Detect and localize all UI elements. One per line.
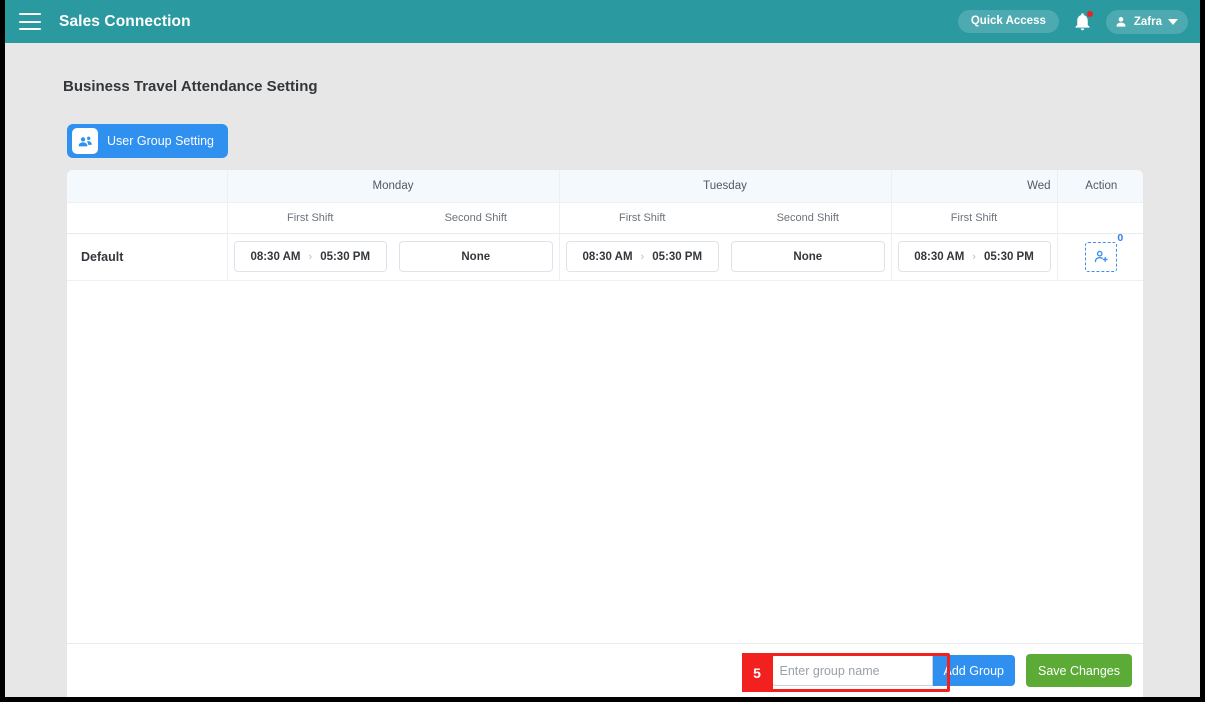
shift-header-wed-first: First Shift: [890, 202, 1058, 234]
table-row: Default 08:30 AM › 05:30 PM None 08:30 A…: [67, 232, 1143, 281]
header-day-wednesday: Wed: [890, 170, 1058, 203]
cell-mon-first-shift[interactable]: 08:30 AM › 05:30 PM: [226, 233, 393, 281]
shift-time-range[interactable]: 08:30 AM › 05:30 PM: [233, 241, 387, 272]
app-window: Sales Connection Quick Access Zafra Busi…: [0, 0, 1205, 702]
table-header-day-row: Monday Tuesday Wed Action: [67, 170, 1143, 203]
shift-start-time: 08:30 AM: [250, 250, 301, 263]
user-group-icon: [72, 128, 98, 154]
header-day-tuesday: Tuesday: [558, 170, 892, 203]
attendance-setting-card: Monday Tuesday Wed Action First Shift Se…: [67, 170, 1143, 697]
card-footer: Add Group Save Changes: [67, 643, 1143, 697]
shift-time-range[interactable]: 08:30 AM › 05:30 PM: [565, 241, 720, 272]
cell-tue-first-shift[interactable]: 08:30 AM › 05:30 PM: [558, 233, 726, 281]
shift-header-tue-second: Second Shift: [725, 202, 892, 234]
table-body: Default 08:30 AM › 05:30 PM None 08:30 A…: [67, 232, 1143, 281]
shift-none-box[interactable]: None: [731, 241, 885, 272]
shift-start-time: 08:30 AM: [914, 250, 965, 263]
shift-none-box[interactable]: None: [399, 241, 553, 272]
header-day-monday: Monday: [226, 170, 560, 203]
cell-wed-first-shift[interactable]: 08:30 AM › 05:30 PM: [890, 233, 1058, 281]
shift-header-action-blank: [1056, 202, 1143, 234]
add-group-button[interactable]: Add Group: [932, 655, 1015, 686]
arrow-icon: ›: [640, 250, 645, 263]
save-changes-button[interactable]: Save Changes: [1025, 654, 1132, 687]
shift-start-time: 08:30 AM: [582, 250, 633, 263]
quick-access-button[interactable]: Quick Access: [957, 10, 1059, 33]
table-header: Monday Tuesday Wed Action First Shift Se…: [67, 170, 1143, 234]
arrow-icon: ›: [308, 250, 313, 263]
shift-header-mon-second: Second Shift: [393, 202, 560, 234]
top-bar-actions: Quick Access Zafra: [957, 9, 1188, 34]
user-avatar-icon: [1116, 16, 1126, 27]
cell-mon-second-shift[interactable]: None: [393, 233, 560, 281]
shift-end-time: 05:30 PM: [320, 250, 371, 263]
header-action: Action: [1056, 170, 1143, 203]
group-name-input[interactable]: [770, 655, 933, 686]
shift-end-time: 05:30 PM: [652, 250, 703, 263]
shift-header-tue-first: First Shift: [558, 202, 726, 234]
user-group-setting-label: User Group Setting: [107, 134, 214, 148]
user-account-menu[interactable]: Zafra: [1105, 9, 1188, 34]
notification-bell-button[interactable]: [1072, 10, 1094, 33]
assigned-user-count: 0: [1117, 231, 1124, 244]
arrow-icon: ›: [972, 250, 976, 263]
user-group-setting-button[interactable]: User Group Setting: [67, 124, 228, 158]
table-header-shift-row: First Shift Second Shift First Shift Sec…: [67, 202, 1143, 234]
assign-user-button[interactable]: 0: [1085, 232, 1123, 272]
row-group-name: Default: [67, 233, 228, 281]
attendance-table: Monday Tuesday Wed Action First Shift Se…: [67, 170, 1143, 281]
notification-badge-dot: [1085, 10, 1094, 18]
add-user-icon: [1094, 250, 1108, 263]
header-blank-cell: [67, 170, 227, 203]
page-title: Business Travel Attendance Setting: [63, 78, 318, 95]
cell-action: 0: [1056, 232, 1143, 281]
user-name-label: Zafra: [1133, 15, 1162, 28]
chevron-down-icon: [1168, 18, 1178, 25]
shift-header-blank: [67, 202, 227, 234]
app-brand-title: Sales Connection: [59, 12, 191, 30]
shift-end-time: 05:30 PM: [983, 250, 1034, 263]
shift-header-mon-first: First Shift: [226, 202, 393, 234]
hamburger-menu-icon[interactable]: [19, 13, 41, 30]
top-navigation-bar: Sales Connection Quick Access Zafra: [5, 0, 1200, 43]
cell-tue-second-shift[interactable]: None: [725, 233, 892, 281]
shift-time-range[interactable]: 08:30 AM › 05:30 PM: [897, 241, 1051, 272]
